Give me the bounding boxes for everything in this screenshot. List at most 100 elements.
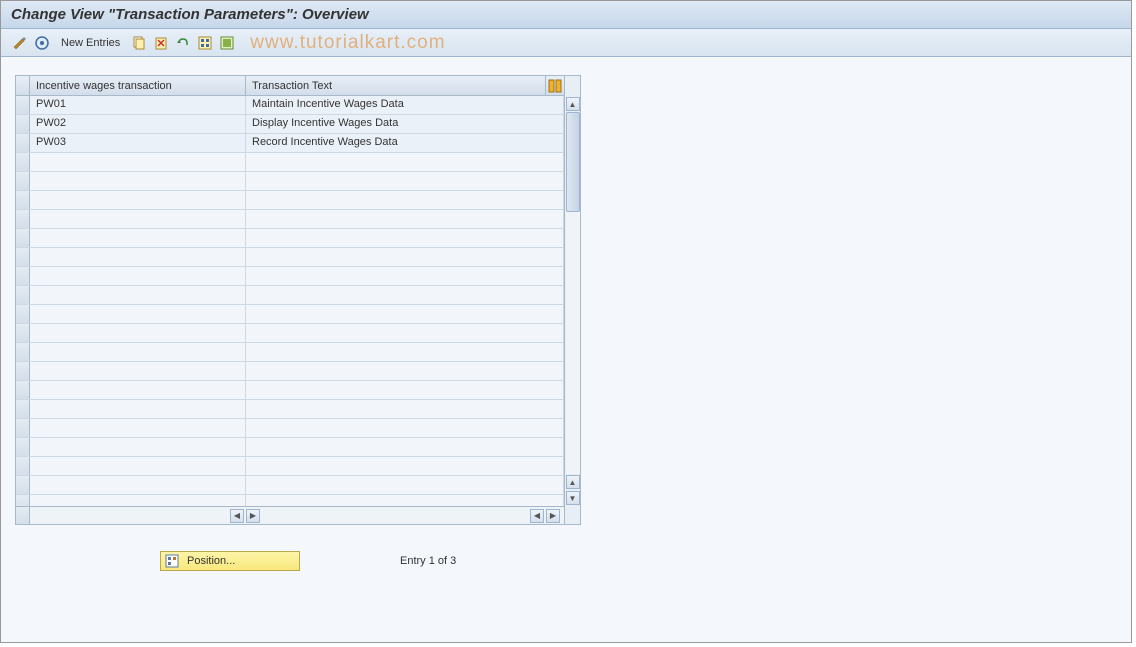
col-header-text[interactable]: Transaction Text — [246, 76, 546, 95]
cell-transaction[interactable] — [30, 381, 246, 399]
cell-transaction[interactable] — [30, 476, 246, 494]
cell-text[interactable] — [246, 419, 564, 437]
cell-text[interactable]: Maintain Incentive Wages Data — [246, 96, 564, 114]
select-block-icon[interactable] — [218, 34, 236, 52]
footer-row: Position... Entry 1 of 3 — [15, 551, 581, 571]
cell-text[interactable]: Record Incentive Wages Data — [246, 134, 564, 152]
cell-text[interactable] — [246, 286, 564, 304]
table-settings-icon[interactable] — [546, 76, 564, 95]
cell-text[interactable] — [246, 248, 564, 266]
cell-transaction[interactable] — [30, 343, 246, 361]
cell-transaction[interactable] — [30, 400, 246, 418]
row-selector[interactable] — [16, 191, 30, 209]
cell-text[interactable] — [246, 495, 564, 506]
cell-transaction[interactable]: PW01 — [30, 96, 246, 114]
cell-transaction[interactable] — [30, 324, 246, 342]
position-button[interactable]: Position... — [160, 551, 300, 571]
table-row — [16, 286, 564, 305]
toggle-display-change-icon[interactable] — [11, 34, 29, 52]
cell-text[interactable] — [246, 191, 564, 209]
cell-text[interactable] — [246, 457, 564, 475]
vscroll-track[interactable] — [566, 112, 580, 474]
other-view-icon[interactable] — [33, 34, 51, 52]
row-selector[interactable] — [16, 229, 30, 247]
row-selector[interactable] — [16, 115, 30, 133]
hscroll-right-col1[interactable]: ▶ — [246, 509, 260, 523]
table-row — [16, 419, 564, 438]
page-title: Change View "Transaction Parameters": Ov… — [11, 6, 369, 23]
vscroll-down[interactable]: ▼ — [566, 491, 580, 505]
cell-transaction[interactable] — [30, 457, 246, 475]
row-selector[interactable] — [16, 362, 30, 380]
row-selector[interactable] — [16, 172, 30, 190]
copy-as-icon[interactable] — [130, 34, 148, 52]
cell-text[interactable] — [246, 267, 564, 285]
vscroll-thumb[interactable] — [566, 112, 580, 212]
row-selector[interactable] — [16, 286, 30, 304]
cell-text[interactable]: Display Incentive Wages Data — [246, 115, 564, 133]
watermark: www.tutorialkart.com — [250, 32, 445, 54]
cell-transaction[interactable] — [30, 153, 246, 171]
cell-transaction[interactable]: PW02 — [30, 115, 246, 133]
table-row — [16, 381, 564, 400]
cell-text[interactable] — [246, 210, 564, 228]
row-selector[interactable] — [16, 305, 30, 323]
cell-transaction[interactable] — [30, 495, 246, 506]
row-selector[interactable] — [16, 153, 30, 171]
row-selector[interactable] — [16, 381, 30, 399]
row-selector[interactable] — [16, 438, 30, 456]
cell-transaction[interactable] — [30, 438, 246, 456]
vscroll-up[interactable]: ▲ — [566, 97, 580, 111]
cell-transaction[interactable]: PW03 — [30, 134, 246, 152]
select-all-icon[interactable] — [196, 34, 214, 52]
delete-icon[interactable] — [152, 34, 170, 52]
cell-text[interactable] — [246, 362, 564, 380]
row-selector[interactable] — [16, 495, 30, 506]
cell-transaction[interactable] — [30, 248, 246, 266]
hscroll-left-col1[interactable]: ◀ — [230, 509, 244, 523]
row-selector[interactable] — [16, 248, 30, 266]
hscroll-left-col2[interactable]: ◀ — [530, 509, 544, 523]
cell-transaction[interactable] — [30, 286, 246, 304]
hscroll-right-col2[interactable]: ▶ — [546, 509, 560, 523]
table-row: PW01Maintain Incentive Wages Data — [16, 96, 564, 115]
row-selector[interactable] — [16, 343, 30, 361]
vscrollbar[interactable]: ▲ ▲ ▼ — [564, 76, 580, 524]
row-selector-header[interactable] — [16, 76, 30, 95]
cell-transaction[interactable] — [30, 419, 246, 437]
row-selector[interactable] — [16, 210, 30, 228]
cell-text[interactable] — [246, 305, 564, 323]
cell-text[interactable] — [246, 324, 564, 342]
cell-transaction[interactable] — [30, 267, 246, 285]
new-entries-button[interactable]: New Entries — [55, 37, 126, 49]
table-header-row: Incentive wages transaction Transaction … — [16, 76, 564, 96]
row-selector[interactable] — [16, 96, 30, 114]
undo-change-icon[interactable] — [174, 34, 192, 52]
cell-transaction[interactable] — [30, 305, 246, 323]
col-header-transaction[interactable]: Incentive wages transaction — [30, 76, 246, 95]
entry-status: Entry 1 of 3 — [400, 555, 456, 567]
cell-transaction[interactable] — [30, 172, 246, 190]
cell-text[interactable] — [246, 153, 564, 171]
cell-text[interactable] — [246, 438, 564, 456]
row-selector[interactable] — [16, 134, 30, 152]
cell-transaction[interactable] — [30, 229, 246, 247]
vscroll-down-step[interactable]: ▲ — [566, 475, 580, 489]
cell-transaction[interactable] — [30, 210, 246, 228]
row-selector[interactable] — [16, 476, 30, 494]
row-selector[interactable] — [16, 419, 30, 437]
table-row — [16, 343, 564, 362]
row-selector[interactable] — [16, 457, 30, 475]
cell-text[interactable] — [246, 476, 564, 494]
cell-text[interactable] — [246, 229, 564, 247]
row-selector[interactable] — [16, 267, 30, 285]
cell-text[interactable] — [246, 172, 564, 190]
row-selector[interactable] — [16, 324, 30, 342]
cell-text[interactable] — [246, 381, 564, 399]
cell-transaction[interactable] — [30, 362, 246, 380]
cell-transaction[interactable] — [30, 191, 246, 209]
row-selector[interactable] — [16, 400, 30, 418]
cell-text[interactable] — [246, 343, 564, 361]
cell-text[interactable] — [246, 400, 564, 418]
table-row: PW02Display Incentive Wages Data — [16, 115, 564, 134]
